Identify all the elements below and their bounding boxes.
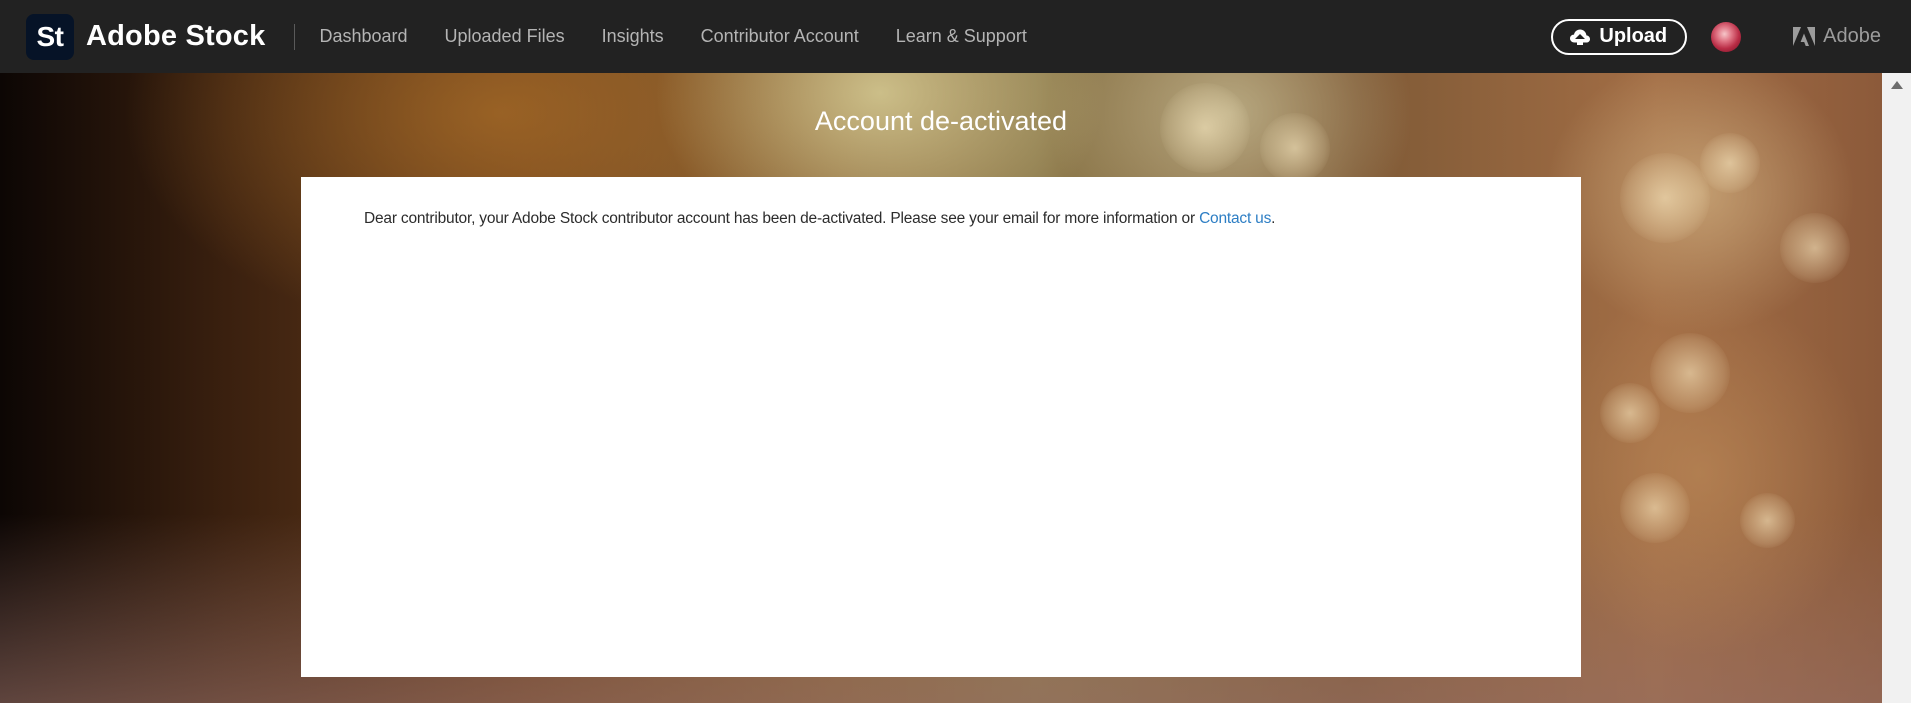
- upload-button-label: Upload: [1599, 25, 1668, 47]
- bokeh-light: [1700, 133, 1760, 193]
- bokeh-light: [1740, 493, 1795, 548]
- bokeh-light: [1600, 383, 1660, 443]
- bokeh-light: [1620, 153, 1710, 243]
- nav-item-insights[interactable]: Insights: [602, 26, 664, 47]
- message-card: Dear contributor, your Adobe Stock contr…: [301, 177, 1581, 677]
- top-nav-bar: St Adobe Stock Dashboard Uploaded Files …: [0, 0, 1911, 73]
- bokeh-light: [1780, 213, 1850, 283]
- page: St Adobe Stock Dashboard Uploaded Files …: [0, 0, 1911, 703]
- brand[interactable]: St Adobe Stock: [26, 13, 265, 60]
- avatar[interactable]: [1711, 21, 1742, 52]
- message-text: Dear contributor, your Adobe Stock contr…: [364, 210, 1200, 227]
- nav-item-learn-support[interactable]: Learn & Support: [896, 26, 1027, 47]
- cloud-upload-icon: [1570, 29, 1591, 45]
- page-scrollbar[interactable]: [1882, 73, 1911, 703]
- contact-us-link[interactable]: Contact us: [1199, 210, 1271, 227]
- nav-item-uploaded-files[interactable]: Uploaded Files: [445, 26, 565, 47]
- bokeh-light: [1650, 333, 1730, 413]
- adobe-label: Adobe: [1823, 25, 1881, 47]
- page-title: Account de-activated: [814, 106, 1068, 136]
- adobe-logo-icon: [1793, 27, 1816, 46]
- top-nav-right: Upload Adobe: [1551, 0, 1911, 73]
- nav-item-contributor-account[interactable]: Contributor Account: [701, 26, 859, 47]
- nav-item-dashboard[interactable]: Dashboard: [319, 26, 407, 47]
- deactivation-message: Dear contributor, your Adobe Stock contr…: [364, 210, 1275, 228]
- message-end: .: [1271, 210, 1276, 227]
- scroll-up-arrow-icon[interactable]: [1891, 81, 1903, 89]
- nav-divider: [294, 23, 296, 50]
- main-nav: Dashboard Uploaded Files Insights Contri…: [319, 26, 1063, 47]
- adobe-link[interactable]: Adobe: [1793, 25, 1881, 48]
- upload-button[interactable]: Upload: [1551, 18, 1688, 55]
- adobe-stock-logo[interactable]: St: [26, 13, 74, 60]
- bokeh-light: [1620, 473, 1690, 543]
- brand-name[interactable]: Adobe Stock: [86, 20, 265, 53]
